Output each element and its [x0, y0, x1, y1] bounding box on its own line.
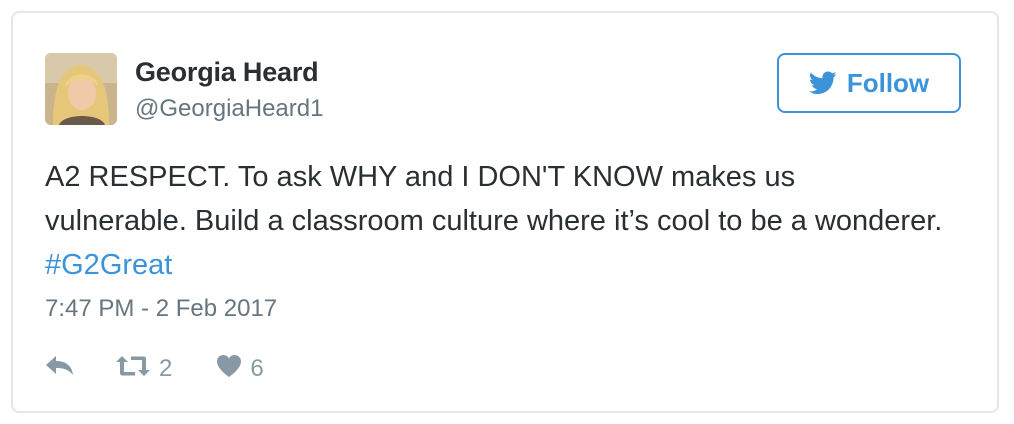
- follow-label: Follow: [846, 67, 930, 98]
- heart-icon: [216, 354, 242, 385]
- avatar[interactable]: [45, 53, 117, 125]
- retweet-button[interactable]: 2: [115, 354, 172, 385]
- reply-icon: [45, 355, 75, 384]
- timestamp[interactable]: 7:47 PM - 2 Feb 2017: [45, 295, 277, 323]
- follow-button[interactable]: Follow: [777, 53, 961, 113]
- reply-button[interactable]: [45, 355, 75, 384]
- twitter-bird-icon: [808, 71, 837, 95]
- tweet-text: A2 RESPECT. To ask WHY and I DON'T KNOW …: [45, 155, 945, 287]
- like-button[interactable]: 6: [216, 354, 264, 385]
- author-name[interactable]: Georgia Heard: [135, 57, 319, 88]
- action-bar: 2 6: [45, 353, 264, 385]
- retweet-count: 2: [159, 355, 173, 382]
- retweet-icon: [115, 354, 151, 385]
- author-handle[interactable]: @GeorgiaHeard1: [135, 95, 323, 123]
- tweet-body: A2 RESPECT. To ask WHY and I DON'T KNOW …: [45, 161, 943, 237]
- like-count: 6: [250, 355, 264, 382]
- tweet-card: Georgia Heard @GeorgiaHeard1 Follow A2 R…: [11, 11, 999, 413]
- hashtag-link[interactable]: #G2Great: [45, 249, 172, 281]
